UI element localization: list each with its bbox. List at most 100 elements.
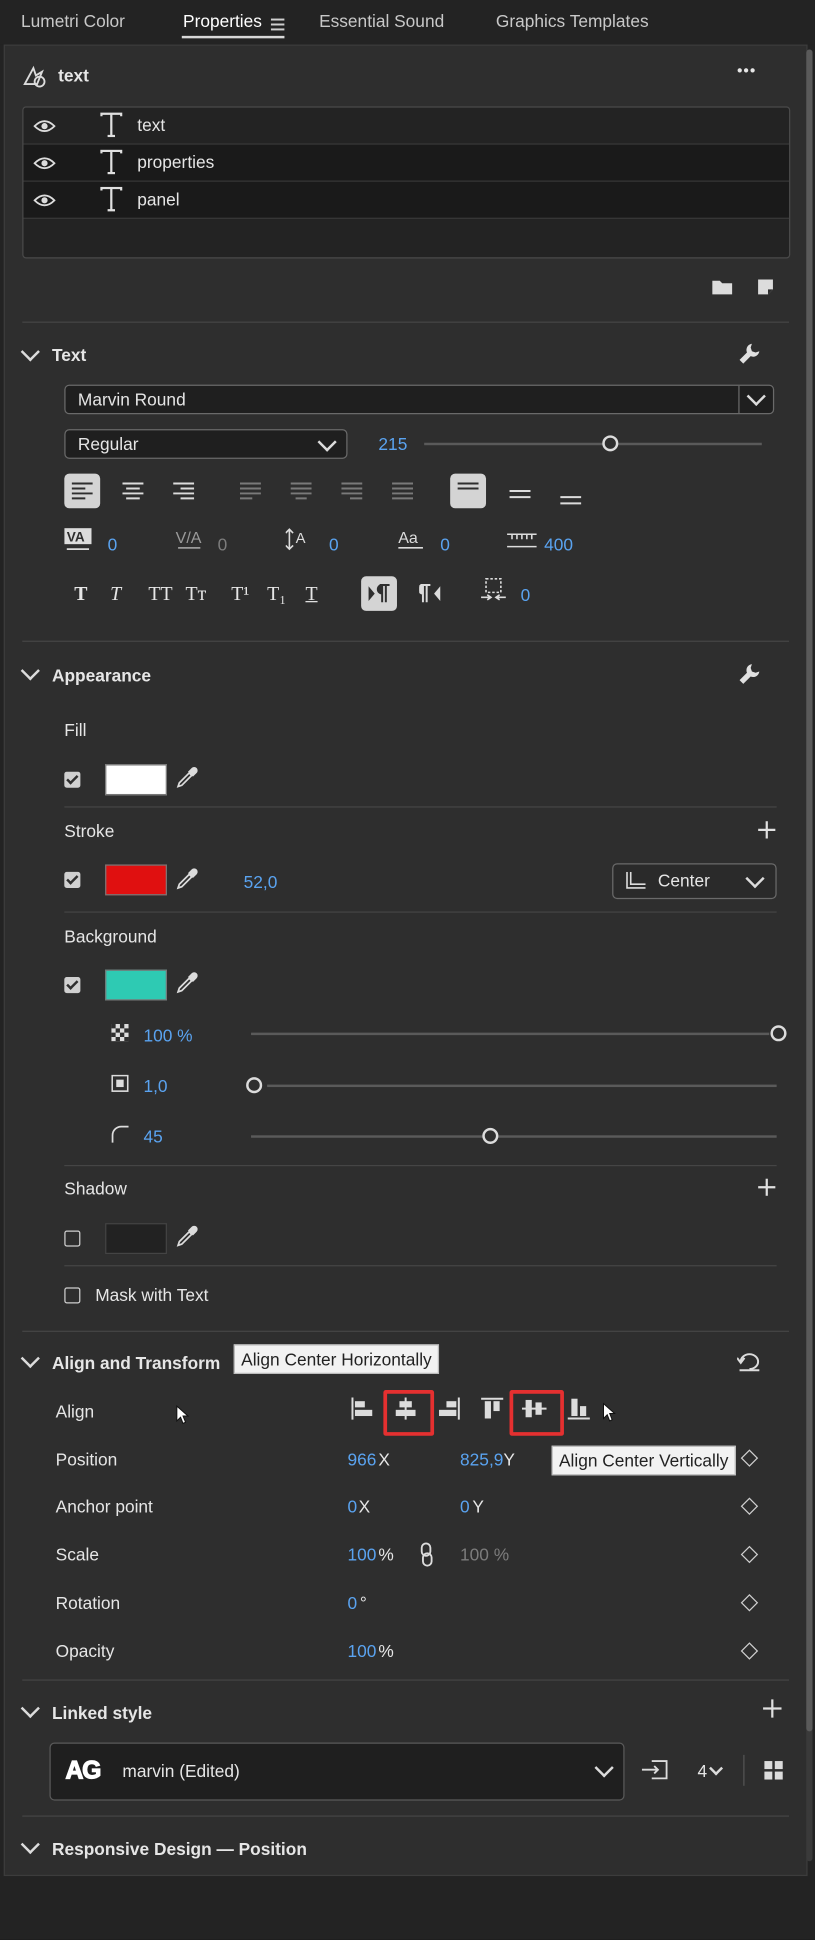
reset-icon[interactable] [736,1352,762,1378]
font-size-value[interactable]: 215 [378,434,407,454]
layer-row[interactable]: panel [23,181,790,219]
wrench-icon[interactable] [738,343,760,371]
align-left-text-button[interactable] [64,473,101,509]
leading-value[interactable]: 0 [329,534,339,554]
bg-corner-value[interactable]: 45 [143,1127,162,1147]
align-top-text-button[interactable] [450,473,487,509]
scrollbar-thumb[interactable] [806,49,813,1732]
bg-opacity-value[interactable]: 100 % [143,1025,192,1045]
tab-essential-sound[interactable]: Essential Sound [319,11,444,31]
anchor-y-value[interactable]: 0 [460,1496,470,1516]
tsume-value[interactable]: 0 [521,585,531,605]
subscript-icon[interactable]: T₁ [267,584,286,606]
justify-last-center-icon[interactable] [290,482,312,505]
eye-icon[interactable] [33,117,56,139]
justify-last-right-icon[interactable] [341,482,363,505]
layer-row[interactable]: properties [23,144,790,182]
stroke-width-value[interactable]: 52,0 [244,872,278,892]
wrench-icon[interactable] [738,663,760,691]
eyedropper-icon[interactable] [176,1225,198,1254]
background-label: Background [64,926,157,947]
bg-size-slider-track[interactable] [267,1084,777,1088]
anchor-x-value[interactable]: 0 [348,1496,358,1516]
link-icon[interactable] [419,1542,434,1573]
style-count-value[interactable]: 4 [697,1761,707,1781]
tab-lumetri-color[interactable]: Lumetri Color [21,11,125,31]
new-item-icon[interactable] [756,277,776,303]
mask-with-text-checkbox[interactable] [64,1287,81,1304]
add-style-icon[interactable] [763,1699,782,1724]
linked-style-dropdown[interactable]: AG marvin (Edited) [49,1742,625,1801]
menu-icon[interactable] [270,15,285,31]
tab-properties[interactable]: Properties [183,11,262,31]
eye-icon[interactable] [33,192,56,214]
position-x-value[interactable]: 966 [348,1449,377,1469]
underline-icon[interactable]: T [305,584,317,606]
kerning-value[interactable]: 0 [108,534,118,554]
bg-size-value[interactable]: 1,0 [143,1076,167,1096]
align-center-horizontally-icon[interactable] [395,1397,417,1425]
opacity-label: Opacity [55,1641,115,1661]
opacity-value[interactable]: 100 [348,1641,377,1661]
superscript-icon[interactable]: T¹ [231,584,249,606]
align-right-icon[interactable] [438,1397,460,1425]
corner-radius-icon [111,1125,129,1148]
fill-checkbox[interactable] [64,771,81,788]
justify-last-left-icon[interactable] [239,482,261,505]
small-caps-icon[interactable]: Tт [186,584,207,606]
ltr-direction-button[interactable] [361,576,397,611]
more-options-icon[interactable]: ••• [737,62,756,79]
baseline-shift-value[interactable]: 0 [440,534,450,554]
bg-opacity-slider-knob[interactable] [770,1025,787,1042]
align-top-icon[interactable] [481,1397,504,1425]
stroke-color-swatch[interactable] [105,864,167,896]
font-family-dropdown[interactable]: Marvin Round [64,384,775,415]
position-y-value[interactable]: 825,9 [460,1449,503,1469]
background-color-swatch[interactable] [105,969,167,1001]
stroke-position-dropdown[interactable]: Center [612,863,777,900]
align-bottom-icon[interactable] [567,1397,590,1425]
vertical-scrollbar[interactable] [806,49,813,1862]
font-style-dropdown[interactable]: Regular [64,429,348,459]
eyedropper-icon[interactable] [176,972,198,1000]
shadow-checkbox[interactable] [64,1230,81,1247]
tab-width-value[interactable]: 400 [544,534,573,554]
all-caps-icon[interactable]: TT [148,584,172,606]
eyedropper-icon[interactable] [176,868,198,896]
align-right-text-icon[interactable] [173,482,195,505]
bg-corner-slider-knob[interactable] [482,1127,499,1144]
shadow-color-swatch[interactable] [105,1223,167,1255]
rotation-value[interactable]: 0 [348,1593,358,1613]
faux-italic-icon[interactable]: T [110,584,121,606]
faux-bold-icon[interactable]: T [74,584,87,606]
grid-view-icon[interactable] [764,1761,783,1786]
svg-text:Aa: Aa [398,529,418,547]
align-center-vertically-icon[interactable] [521,1397,547,1425]
font-size-slider-knob[interactable] [602,435,619,452]
add-stroke-icon[interactable] [758,821,776,844]
justify-all-icon[interactable] [392,482,414,505]
scale-value[interactable]: 100 [348,1545,377,1565]
tracking-icon: V/A [176,527,203,558]
eye-icon[interactable] [33,155,56,177]
rtl-direction-icon[interactable] [417,583,441,610]
stroke-checkbox[interactable] [64,871,81,888]
add-shadow-icon[interactable] [758,1178,776,1202]
tracking-value[interactable]: 0 [218,534,228,554]
layer-row[interactable]: text [23,108,790,145]
align-center-text-icon[interactable] [122,482,144,505]
align-left-icon[interactable] [351,1397,373,1425]
fill-color-swatch[interactable] [105,764,167,796]
bg-corner-slider-track[interactable] [251,1135,777,1138]
bg-size-slider-knob[interactable] [246,1077,263,1094]
new-folder-icon[interactable] [711,278,733,301]
align-middle-text-icon[interactable] [509,485,531,507]
tab-graphics-templates[interactable]: Graphics Templates [496,11,649,31]
font-size-slider-track[interactable] [424,442,762,446]
align-bottom-text-icon[interactable] [560,490,582,512]
background-checkbox[interactable] [64,976,81,994]
eyedropper-icon[interactable] [176,766,198,795]
bg-opacity-slider-track[interactable] [251,1032,770,1036]
push-style-icon[interactable] [641,1759,669,1787]
text-layer-icon [100,149,123,181]
